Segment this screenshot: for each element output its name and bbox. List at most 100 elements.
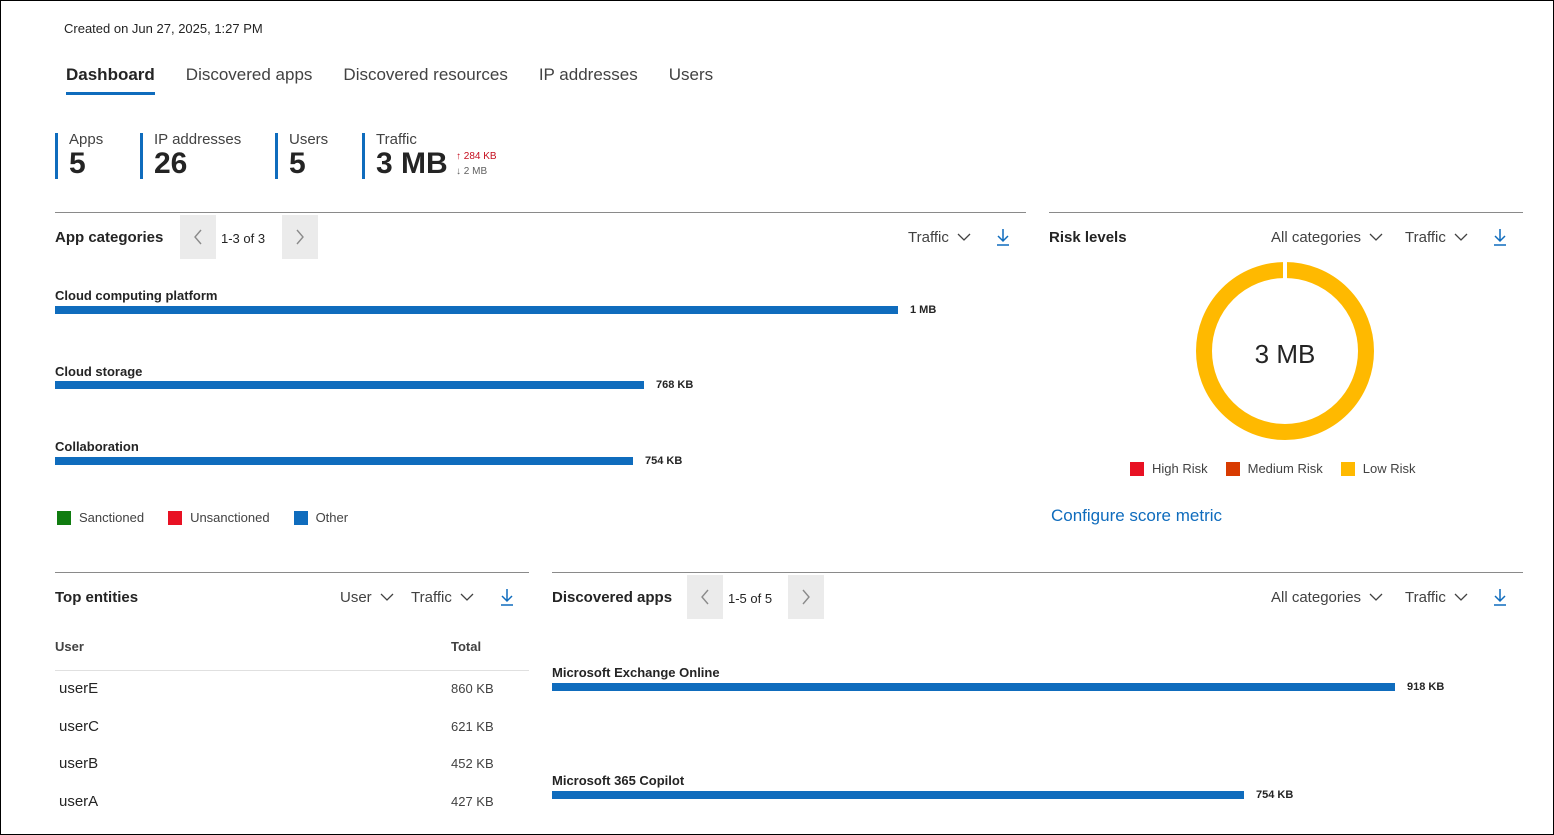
- legend-swatch: [1340, 461, 1355, 476]
- legend-label: Sanctioned: [79, 510, 145, 525]
- table-cell-total: 621 KB: [451, 719, 494, 734]
- discovered-apps-prev-button[interactable]: [687, 575, 723, 619]
- chevron-down-icon: [957, 233, 971, 241]
- risk-metric-label: Traffic: [1405, 229, 1446, 246]
- discovered-apps-metric-dropdown[interactable]: Traffic: [1405, 589, 1468, 606]
- table-cell-user[interactable]: userC: [59, 718, 99, 735]
- entity-metric-dropdown[interactable]: Traffic: [411, 589, 474, 606]
- category-value: 768 KB: [656, 379, 694, 391]
- risk-metric-dropdown[interactable]: Traffic: [1405, 229, 1468, 246]
- risk-levels-divider: [1049, 212, 1523, 213]
- category-label: Collaboration: [55, 439, 139, 454]
- app-bar: [552, 791, 1244, 799]
- app-value: 918 KB: [1407, 681, 1445, 693]
- chevron-down-icon: [380, 593, 394, 601]
- kpi-ip-addresses: IP addresses 26: [140, 132, 241, 180]
- configure-score-metric-link[interactable]: Configure score metric: [1051, 506, 1222, 526]
- tab-discovered-apps[interactable]: Discovered apps: [186, 65, 313, 95]
- legend-item-low-risk: Low Risk: [1340, 461, 1416, 476]
- app-value: 754 KB: [1256, 789, 1294, 801]
- category-bar: [55, 306, 898, 314]
- discovered-apps-divider: [552, 572, 1523, 573]
- discovered-apps-next-button[interactable]: [788, 575, 824, 619]
- kpi-traffic: Traffic 3 MB: [362, 131, 448, 180]
- legend-item-high-risk: High Risk: [1130, 461, 1208, 476]
- legend-item-unsanctioned: Unsanctioned: [168, 510, 270, 525]
- tab-discovered-resources[interactable]: Discovered resources: [343, 65, 507, 95]
- app-categories-prev-button[interactable]: [180, 215, 216, 259]
- arrow-up-icon: ↑: [456, 151, 461, 162]
- app-bar: [552, 683, 1395, 691]
- legend-label: Low Risk: [1362, 461, 1416, 476]
- legend-swatch: [1225, 461, 1240, 476]
- arrow-down-icon: ↓: [456, 166, 461, 177]
- chevron-right-icon: [296, 229, 304, 245]
- legend-label: Unsanctioned: [190, 510, 270, 525]
- kpi-apps: Apps 5: [55, 131, 104, 180]
- tab-dashboard[interactable]: Dashboard: [66, 65, 155, 95]
- legend-label: Other: [315, 510, 349, 525]
- download-icon[interactable]: [1492, 588, 1508, 606]
- kpi-traffic-value: 3 MB: [376, 147, 448, 180]
- category-bar: [55, 457, 633, 465]
- kpi-apps-label: Apps: [69, 131, 104, 148]
- column-header-total[interactable]: Total: [451, 639, 481, 654]
- created-timestamp: Created on Jun 27, 2025, 1:27 PM: [64, 21, 263, 36]
- app-label: Microsoft 365 Copilot: [552, 773, 685, 788]
- table-cell-total: 452 KB: [451, 756, 494, 771]
- kpi-ip-value: 26: [154, 147, 188, 180]
- chevron-right-icon: [802, 589, 810, 605]
- table-cell-user[interactable]: userE: [59, 680, 98, 697]
- chevron-left-icon: [701, 589, 709, 605]
- app-categories-legend: Sanctioned Unsanctioned Other: [57, 510, 348, 525]
- chevron-down-icon: [1454, 233, 1468, 241]
- table-cell-user[interactable]: userB: [59, 755, 98, 772]
- chevron-down-icon: [1369, 593, 1383, 601]
- legend-item-medium-risk: Medium Risk: [1225, 461, 1323, 476]
- kpi-traffic-label: Traffic: [376, 131, 417, 148]
- entity-metric-label: Traffic: [411, 589, 452, 606]
- app-categories-divider: [55, 212, 1026, 213]
- app-categories-metric-label: Traffic: [908, 229, 949, 246]
- discovered-apps-category-dropdown[interactable]: All categories: [1271, 589, 1383, 606]
- discovered-apps-title: Discovered apps: [552, 589, 673, 606]
- app-categories-metric-dropdown[interactable]: Traffic: [908, 229, 971, 246]
- app-categories-title: App categories: [55, 229, 164, 246]
- risk-legend: High Risk Medium Risk Low Risk: [1130, 461, 1416, 476]
- tab-bar: Dashboard Discovered apps Discovered res…: [66, 65, 744, 95]
- legend-label: Medium Risk: [1247, 461, 1323, 476]
- chevron-down-icon: [1454, 593, 1468, 601]
- kpi-users: Users 5: [275, 131, 329, 180]
- legend-swatch: [1130, 461, 1144, 476]
- legend-label: High Risk: [1152, 461, 1208, 476]
- kpi-users-value: 5: [289, 147, 306, 180]
- risk-category-dropdown[interactable]: All categories: [1271, 229, 1383, 246]
- download-icon[interactable]: [1492, 228, 1508, 246]
- app-categories-pager: 1-3 of 3: [221, 231, 266, 246]
- column-header-user[interactable]: User: [55, 639, 84, 654]
- top-entities-title: Top entities: [55, 589, 139, 606]
- download-icon[interactable]: [995, 228, 1011, 246]
- table-header-divider: [55, 670, 529, 671]
- category-value: 1 MB: [910, 304, 937, 316]
- traffic-upload: 284 KB: [463, 151, 497, 162]
- category-label: Cloud computing platform: [55, 288, 218, 303]
- discovered-apps-metric-label: Traffic: [1405, 589, 1446, 606]
- discovered-apps-category-label: All categories: [1271, 589, 1362, 606]
- legend-item-sanctioned: Sanctioned: [57, 510, 144, 525]
- traffic-download: 2 MB: [463, 166, 488, 177]
- download-icon[interactable]: [499, 588, 515, 606]
- kpi-users-label: Users: [289, 131, 329, 148]
- category-value: 754 KB: [645, 455, 683, 467]
- tab-users[interactable]: Users: [669, 65, 713, 95]
- category-label: Cloud storage: [55, 364, 143, 379]
- dashboard-page: Created on Jun 27, 2025, 1:27 PM Dashboa…: [0, 0, 1554, 835]
- app-label: Microsoft Exchange Online: [552, 665, 720, 680]
- app-categories-next-button[interactable]: [282, 215, 318, 259]
- table-cell-user[interactable]: userA: [59, 793, 98, 810]
- table-cell-total: 860 KB: [451, 681, 494, 696]
- entity-type-dropdown[interactable]: User: [340, 589, 394, 606]
- tab-ip-addresses[interactable]: IP addresses: [539, 65, 638, 95]
- entity-type-label: User: [340, 589, 372, 606]
- discovered-apps-pager: 1-5 of 5: [728, 591, 773, 606]
